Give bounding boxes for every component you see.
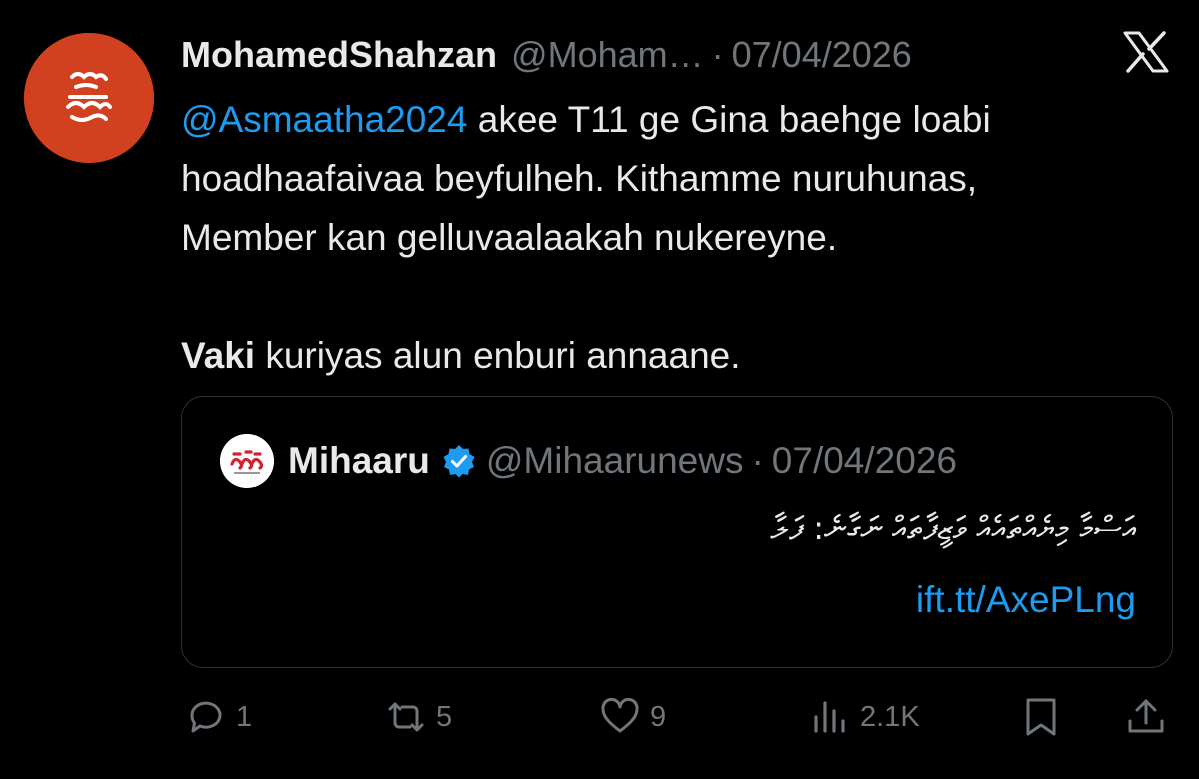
- reply-count: 1: [236, 700, 253, 733]
- views-button[interactable]: 2.1K: [808, 690, 920, 744]
- like-button[interactable]: 9: [598, 690, 666, 744]
- retweet-icon: [388, 702, 424, 732]
- heart-icon: [601, 698, 639, 733]
- tweet-line-5: Vaki kuriyas alun enburi annaane.: [181, 326, 1171, 385]
- tweet-header: MohamedShahzan @Moham… · 07/04/2026: [181, 30, 1089, 80]
- share-button[interactable]: [1124, 690, 1168, 744]
- reply-button[interactable]: 1: [184, 690, 252, 744]
- quoted-tweet-text: އަސްމާ މިޔެއްތައެއް ވަޒީފާތައް ނަގާނެ: ފ…: [770, 509, 1136, 547]
- header-separator: ·: [711, 34, 724, 75]
- bookmark-icon: [1026, 698, 1056, 736]
- quoted-header-separator: ·: [751, 440, 764, 481]
- retweet-button[interactable]: 5: [384, 690, 452, 744]
- quoted-tweet-link[interactable]: ift.tt/AxePLng: [916, 579, 1136, 621]
- tweet-text: @Asmaatha2024 akee T11 ge Gina baehge lo…: [181, 90, 1171, 385]
- quoted-display-name[interactable]: Mihaaru: [288, 440, 430, 482]
- quoted-tweet-card[interactable]: Mihaaru @Mihaarunews · 07/04/2026 އަސްމާ…: [181, 396, 1173, 668]
- action-bar: 1 5 9 2.1K: [0, 690, 1199, 744]
- tweet-line-1-text: akee T11 ge Gina baehge loabi: [467, 99, 991, 140]
- author-handle[interactable]: @Moham…: [511, 34, 704, 76]
- author-avatar-logo: [24, 33, 154, 163]
- author-avatar[interactable]: [24, 33, 154, 163]
- retweet-count: 5: [436, 700, 453, 733]
- x-logo-icon: [1123, 31, 1169, 73]
- verified-badge-icon: [443, 445, 475, 478]
- views-count: 2.1K: [860, 700, 920, 733]
- tweet-line-3: Member kan gelluvaalaakah nukereyne.: [181, 217, 838, 258]
- author-display-name[interactable]: MohamedShahzan: [181, 34, 497, 76]
- quoted-tweet-header: Mihaaru @Mihaarunews · 07/04/2026: [288, 437, 957, 485]
- tweet-line-2: hoadhaafaivaa beyfulheh. Kithamme nuruhu…: [181, 158, 978, 199]
- bookmark-button[interactable]: [1019, 690, 1063, 744]
- share-icon: [1128, 699, 1164, 733]
- mention-link[interactable]: @Asmaatha2024: [181, 99, 467, 140]
- like-count: 9: [650, 700, 667, 733]
- quoted-handle[interactable]: @Mihaarunews: [486, 440, 744, 482]
- views-icon: [814, 701, 845, 733]
- quoted-tweet-date[interactable]: 07/04/2026: [772, 440, 957, 482]
- mihaaru-logo-icon: [220, 434, 274, 488]
- reply-icon: [190, 701, 222, 733]
- tweet-line-1: @Asmaatha2024 akee T11 ge Gina baehge lo…: [181, 90, 1171, 149]
- tweet-bold-word: Vaki: [181, 335, 256, 376]
- quoted-author-avatar[interactable]: [220, 434, 274, 488]
- tweet-date[interactable]: 07/04/2026: [732, 34, 912, 76]
- tweet-line-5-text: kuriyas alun enburi annaane.: [255, 335, 741, 376]
